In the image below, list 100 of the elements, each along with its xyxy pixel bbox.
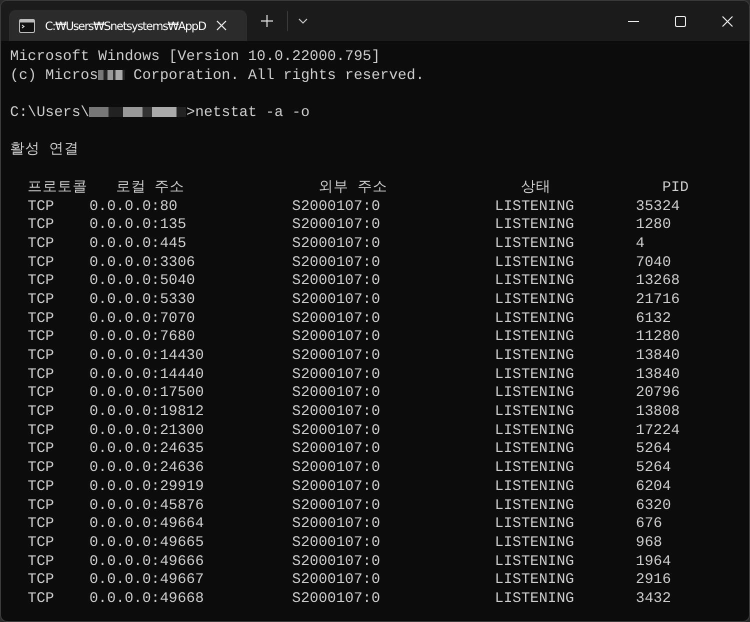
- table-cell: S2000107:0: [292, 571, 380, 590]
- table-cell: S2000107:0: [292, 552, 380, 572]
- table-cell: S2000107:0: [292, 328, 380, 348]
- table-cell: TCP: [28, 478, 54, 497]
- table-cell: S2000107:0: [292, 459, 380, 478]
- table-cell: LISTENING: [494, 571, 574, 590]
- close-icon[interactable]: [216, 20, 227, 31]
- table-cell: S2000107:0: [292, 234, 380, 254]
- table-cell: S2000107:0: [292, 290, 380, 310]
- table-cell: S2000107:0: [292, 590, 380, 609]
- close-icon[interactable]: [722, 16, 733, 26]
- table-cell: S2000107:0: [292, 366, 380, 384]
- table-cell: LISTENING: [494, 198, 574, 216]
- table-cell: TCP: [28, 552, 54, 572]
- table-cell: TCP: [28, 198, 54, 216]
- table-cell: LISTENING: [494, 552, 574, 572]
- table-cell: 0.0.0.0:7070: [89, 310, 196, 328]
- table-cell: LISTENING: [494, 254, 574, 272]
- table-cell: S2000107:0: [292, 347, 380, 366]
- table-cell: 6132: [636, 310, 672, 328]
- table-cell: 6204: [636, 478, 672, 497]
- table-cell: LISTENING: [494, 590, 574, 609]
- table-cell: 0.0.0.0:17500: [89, 384, 204, 404]
- terminal-icon: [19, 18, 35, 32]
- table-cell: S2000107:0: [292, 403, 380, 422]
- table-cell: LISTENING: [494, 459, 574, 478]
- table-cell: 0.0.0.0:49665: [89, 534, 204, 553]
- table-cell: LISTENING: [494, 310, 574, 328]
- table-cell: 1964: [636, 552, 672, 572]
- table-cell: S2000107:0: [292, 534, 380, 553]
- table-cell: S2000107:0: [292, 422, 380, 440]
- table-cell: 0.0.0.0:49666: [89, 552, 204, 572]
- column-header: PID: [662, 178, 689, 198]
- table-cell: TCP: [28, 534, 54, 553]
- table-cell: 13808: [636, 403, 680, 422]
- table-cell: S2000107:0: [292, 310, 380, 328]
- table-cell: 13268: [636, 272, 680, 291]
- console-text: >netstat -a -o: [186, 105, 310, 122]
- console-text: Corporation. All rights reserved.: [132, 68, 424, 84]
- table-cell: TCP: [28, 216, 54, 235]
- table-cell: 0.0.0.0:24636: [89, 459, 204, 478]
- table-cell: LISTENING: [494, 366, 574, 384]
- table-cell: LISTENING: [494, 234, 574, 254]
- table-cell: 0.0.0.0:3306: [89, 254, 196, 272]
- table-cell: 7040: [636, 254, 672, 272]
- table-cell: 0.0.0.0:24635: [89, 440, 204, 460]
- table-cell: S2000107:0: [292, 478, 380, 497]
- table-cell: 2916: [636, 571, 672, 590]
- table-cell: TCP: [28, 422, 54, 440]
- table-cell: S2000107:0: [292, 198, 380, 216]
- table-cell: 0.0.0.0:80: [89, 198, 178, 216]
- table-cell: 0.0.0.0:135: [89, 216, 186, 235]
- table-cell: 13840: [636, 366, 680, 384]
- table-cell: LISTENING: [494, 515, 574, 534]
- table-cell: 17224: [636, 422, 680, 440]
- table-cell: 0.0.0.0:445: [89, 234, 186, 254]
- table-cell: LISTENING: [494, 478, 574, 497]
- table-cell: 0.0.0.0:19812: [89, 403, 204, 422]
- table-cell: LISTENING: [494, 347, 574, 366]
- table-cell: S2000107:0: [292, 254, 380, 272]
- table-cell: LISTENING: [494, 272, 574, 291]
- table-cell: TCP: [28, 440, 54, 460]
- table-cell: TCP: [28, 459, 54, 478]
- table-cell: 4: [636, 234, 645, 254]
- tab-title: C:₩Users₩Snetsystems₩AppD: [45, 18, 206, 32]
- table-cell: TCP: [28, 272, 54, 291]
- table-cell: TCP: [28, 384, 54, 404]
- table-cell: 6320: [636, 496, 672, 516]
- table-cell: 5264: [636, 440, 672, 460]
- table-cell: 35324: [636, 198, 680, 216]
- table-cell: S2000107:0: [292, 384, 380, 404]
- table-cell: 0.0.0.0:49668: [89, 590, 204, 609]
- table-cell: TCP: [28, 254, 54, 272]
- chevron-down-icon[interactable]: [298, 18, 308, 24]
- table-cell: 0.0.0.0:5330: [89, 290, 196, 310]
- table-cell: 5264: [636, 459, 672, 478]
- table-cell: 0.0.0.0:14440: [89, 366, 204, 384]
- column-header: 로컬 주소: [116, 178, 185, 198]
- table-cell: S2000107:0: [292, 440, 380, 460]
- table-cell: 0.0.0.0:14430: [89, 347, 204, 366]
- minimize-icon[interactable]: [628, 20, 639, 22]
- table-cell: LISTENING: [494, 216, 574, 235]
- table-cell: 0.0.0.0:21300: [89, 422, 204, 440]
- table-cell: 20796: [636, 384, 680, 404]
- table-cell: 0.0.0.0:5040: [89, 272, 196, 291]
- table-cell: 21716: [636, 290, 680, 310]
- console-line: 활성 연결: [10, 142, 79, 158]
- table-cell: 0.0.0.0:29919: [89, 478, 204, 497]
- table-cell: 676: [636, 515, 662, 534]
- table-cell: TCP: [28, 590, 54, 609]
- table-cell: TCP: [28, 328, 54, 348]
- console-text: (c) Micros: [10, 68, 98, 84]
- table-cell: S2000107:0: [292, 272, 380, 291]
- table-cell: TCP: [28, 571, 54, 590]
- new-tab-icon[interactable]: [261, 15, 273, 27]
- maximize-icon[interactable]: [675, 16, 686, 26]
- tab[interactable]: C:₩Users₩Snetsystems₩AppD: [9, 10, 247, 41]
- table-cell: LISTENING: [494, 422, 574, 440]
- table-cell: 1280: [636, 216, 672, 235]
- table-cell: TCP: [28, 347, 54, 366]
